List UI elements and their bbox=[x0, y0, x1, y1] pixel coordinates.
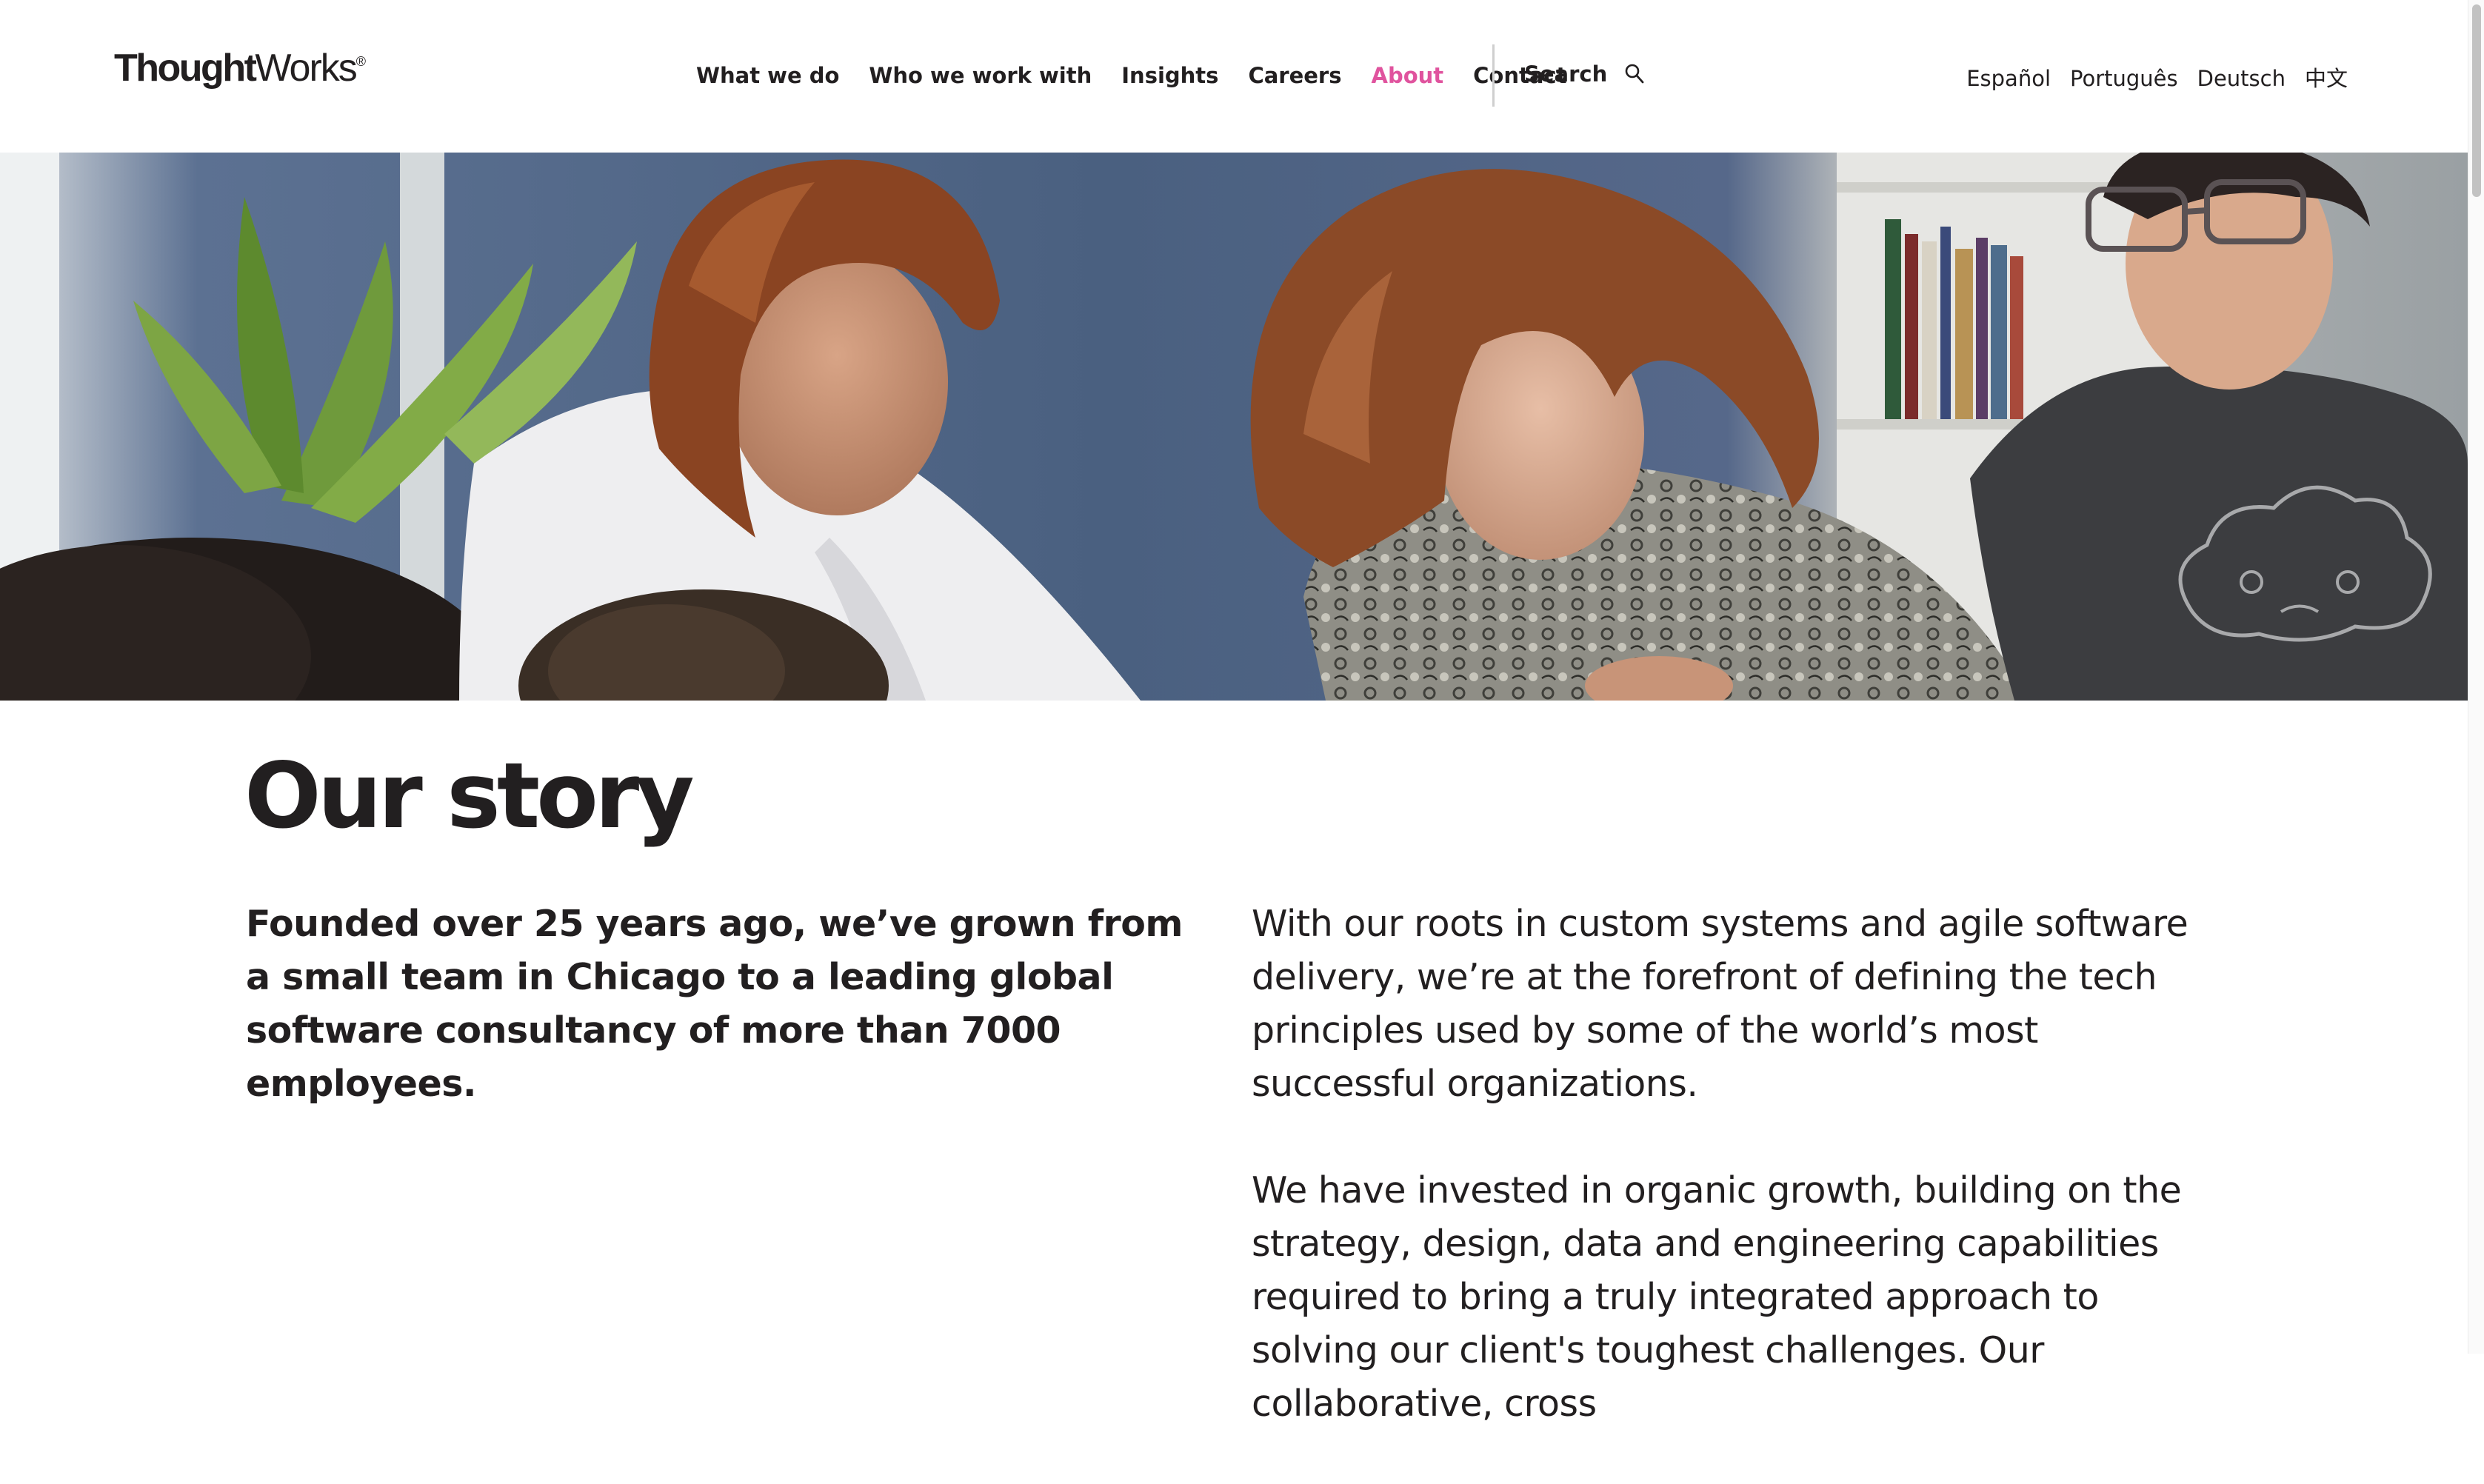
thoughtworks-logo[interactable]: ThoughtWorks® bbox=[114, 49, 366, 87]
lang-portugues[interactable]: Português bbox=[2070, 64, 2178, 93]
nav-who-we-work-with[interactable]: Who we work with bbox=[869, 61, 1092, 90]
site-header: ThoughtWorks® What we do Who we work wit… bbox=[0, 0, 2468, 153]
search-button[interactable]: Search bbox=[1524, 59, 1646, 89]
nav-careers[interactable]: Careers bbox=[1248, 61, 1341, 90]
page-title: Our story bbox=[244, 743, 695, 849]
lang-chinese[interactable]: 中文 bbox=[2305, 64, 2348, 93]
page-scrollbar[interactable] bbox=[2468, 0, 2484, 1354]
search-label: Search bbox=[1524, 61, 1608, 87]
nav-about[interactable]: About bbox=[1372, 61, 1444, 90]
logo-text-light: Works bbox=[255, 47, 357, 90]
lead-paragraph: Founded over 25 years ago, we’ve grown f… bbox=[246, 903, 1183, 1105]
nav-divider bbox=[1492, 44, 1495, 107]
story-paragraph-1: With our roots in custom systems and agi… bbox=[1252, 903, 2188, 1105]
story-body: With our roots in custom systems and agi… bbox=[1252, 898, 2207, 1484]
hero-image bbox=[0, 153, 2468, 701]
logo-text-bold: Thought bbox=[114, 47, 257, 90]
search-icon bbox=[1623, 63, 1646, 85]
lang-espanol[interactable]: Español bbox=[1966, 64, 2051, 93]
language-switcher: Español Português Deutsch 中文 bbox=[1947, 64, 2348, 93]
story-paragraph-2: We have invested in organic growth, buil… bbox=[1252, 1169, 2182, 1425]
scrollbar-thumb[interactable] bbox=[2472, 4, 2481, 197]
nav-insights[interactable]: Insights bbox=[1121, 61, 1218, 90]
team-collaboration-photo bbox=[0, 153, 2468, 701]
main-nav: What we do Who we work with Insights Car… bbox=[696, 61, 1596, 90]
logo-registered-mark: ® bbox=[355, 54, 367, 69]
lang-deutsch[interactable]: Deutsch bbox=[2197, 64, 2286, 93]
nav-what-we-do[interactable]: What we do bbox=[696, 61, 839, 90]
